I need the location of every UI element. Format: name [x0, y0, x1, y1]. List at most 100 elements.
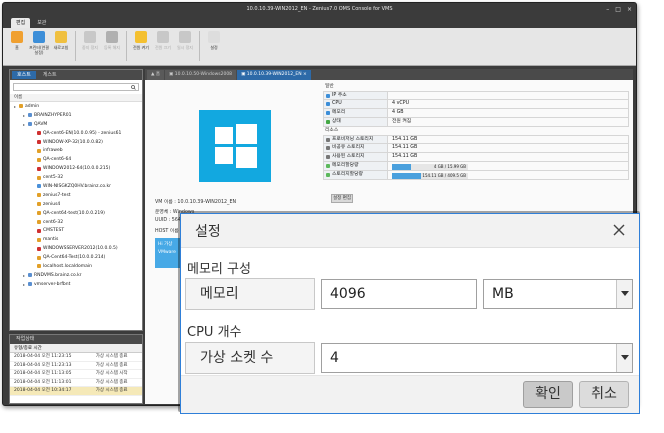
tree-item-label: localhost.localdomain: [43, 263, 92, 269]
memory-unit-select[interactable]: MB: [483, 279, 633, 309]
usage-bar: 4 GB / 15.99 GB: [392, 163, 468, 170]
log-time: 2018-04-04 오전 10:34:17: [14, 388, 72, 394]
ribbon-button-5[interactable]: 전원 켜기: [131, 31, 151, 61]
windows-logo-icon: [199, 110, 271, 182]
tree-item[interactable]: QA-cent6-EN(10.0.0.95) - zenius61: [10, 129, 142, 138]
tree-item[interactable]: zenius7-test: [10, 191, 142, 200]
tree-item[interactable]: ▸ QAVM: [10, 120, 142, 129]
chevron-down-icon[interactable]: [616, 280, 632, 308]
vm-icon: [37, 157, 41, 162]
log-row[interactable]: 2018-04-04 오전 11:13:01 가상 시스템 종료: [10, 379, 142, 388]
tab-home[interactable]: ▲ 홈: [147, 70, 165, 80]
maximize-button[interactable]: □: [615, 3, 621, 16]
tree-item-label: WINDOWSSERVER2012(10.0.0.5): [43, 246, 118, 252]
tree-item[interactable]: localhost.localdomain: [10, 262, 142, 271]
log-row[interactable]: 2018-04-04 오전 11:23:13 가상 시스템 종료: [10, 362, 142, 371]
log-rows: 2018-04-04 오전 11:23:15 가상 시스템 종료 2018-04-0…: [10, 353, 142, 396]
resource-key: 사용된 스토리지: [324, 153, 388, 161]
tree-item[interactable]: CMSTEST: [10, 226, 142, 235]
task-log-panel: 작업상태 유형/종료 시간 2018-04-04 오전 11:23:15 가상 시…: [9, 334, 143, 404]
tree-item[interactable]: QA-Cent64-Test(10.0.0.214): [10, 253, 142, 262]
tree-item[interactable]: cent5-32: [10, 173, 142, 182]
tree-item[interactable]: ▸ vmserver-brfbnt: [10, 280, 142, 289]
tree-item[interactable]: WIN-NISGKZQ0HV.brainz.co.kr: [10, 182, 142, 191]
tree-item-label: WINDOW-XP-32(10.0.0.82): [43, 139, 103, 145]
search-icon[interactable]: [131, 84, 136, 90]
info-value: 4 GB: [392, 110, 404, 115]
info-key-label: CPU: [332, 101, 342, 106]
tab-host[interactable]: 호스트: [12, 71, 36, 79]
log-column-time[interactable]: 유형/종료 시간: [10, 344, 93, 352]
tree-item[interactable]: QA-cent6-64: [10, 155, 142, 164]
vm-icon: [37, 193, 41, 198]
ribbon-button-7[interactable]: 일시 정지: [175, 31, 195, 61]
inventory-tree: ▸ admin ▸ BRAINZHYPER01 ▸ QAVM QA-cent6-EN(10.…: [10, 102, 142, 289]
log-header: 유형/종료 시간: [10, 344, 142, 353]
tree-item-label: WINDOW2012-64(10.0.0.215): [43, 166, 111, 172]
vm-icon: [28, 273, 32, 278]
vm-icon: [37, 131, 41, 136]
info-row: 메모리 4 GB: [323, 109, 629, 118]
info-value: 4 vCPU: [392, 101, 410, 106]
usage-bar-text: 154.11 GB / 409.5 GB: [422, 172, 466, 178]
memory-input[interactable]: 4096: [321, 279, 477, 309]
tree-item[interactable]: infraweb: [10, 146, 142, 155]
ribbon-button-label: 전원 끄기: [155, 45, 171, 50]
document-tabs: ▲ 홈 ▣ 10.0.10.50-Windows2008 ▣ 10.0.10.3…: [145, 69, 633, 80]
ok-button[interactable]: 확인: [523, 381, 573, 408]
vm-icon: [37, 202, 41, 207]
log-task: 가상 시스템 종료: [95, 362, 128, 368]
ribbon-button-4[interactable]: 등록 해지: [102, 31, 122, 61]
tab-vm-windows2008[interactable]: ▣ 10.0.10.50-Windows2008: [165, 70, 237, 80]
power-off-icon: [157, 31, 169, 43]
tree-search-input[interactable]: [13, 83, 139, 91]
socket-count-select[interactable]: 4: [321, 343, 633, 373]
ribbon-toolbar: 홈 프린터(연결 설정) 새로고침 중지 정지 등록 해지 전원 켜기 전원 끄기 일시 정지…: [3, 28, 636, 66]
tree-item-label: cent5-32: [43, 175, 64, 181]
tree-item[interactable]: WINDOW-XP-32(10.0.0.82): [10, 138, 142, 147]
vm-icon: [19, 104, 23, 109]
tree-item[interactable]: QA-cent64-test(10.0.0.219): [10, 209, 142, 218]
ribbon-button-8[interactable]: 설정: [204, 31, 224, 61]
tree-item[interactable]: ▸ BRAINZHYPER01: [10, 111, 142, 120]
tree-item[interactable]: ▸ RNDVMS.brainz.co.kr: [10, 271, 142, 280]
minimize-button[interactable]: –: [606, 3, 609, 16]
ribbon-button-1[interactable]: 프린터(연결 설정): [29, 31, 49, 61]
log-row[interactable]: 2018-04-04 오전 11:23:15 가상 시스템 종료: [10, 353, 142, 362]
stop-icon: [84, 31, 96, 43]
tree-item[interactable]: WINDOW2012-64(10.0.0.215): [10, 164, 142, 173]
info-key: IP 주소: [324, 92, 388, 99]
info-value: [388, 92, 628, 99]
log-column-task[interactable]: [93, 344, 142, 352]
resource-value: 154.11 GB: [392, 136, 418, 142]
tree-item-label: RNDVMS.brainz.co.kr: [34, 272, 82, 278]
chevron-down-icon[interactable]: [616, 344, 632, 372]
close-window-button[interactable]: ×: [627, 3, 632, 16]
log-row[interactable]: 2018-04-04 오전 11:13:05 가상 시스템 시작: [10, 370, 142, 379]
cancel-button[interactable]: 취소: [579, 381, 629, 408]
ribbon-button-0[interactable]: 홈: [7, 31, 27, 61]
tab-guest[interactable]: 게스트: [38, 71, 62, 79]
tab-task-status[interactable]: 작업상태: [10, 335, 142, 344]
vm-icon: [37, 166, 41, 171]
tree-item[interactable]: mantis: [10, 235, 142, 244]
tree-item[interactable]: zenius4: [10, 200, 142, 209]
resource-value: 154.11 GB: [392, 145, 418, 150]
tab-vm-win2012[interactable]: ▣ 10.0.10.39-WIN2012_EN ×: [237, 70, 311, 80]
tree-item[interactable]: cent6-32: [10, 218, 142, 227]
tree-item[interactable]: WINDOWSSERVER2012(10.0.0.5): [10, 244, 142, 253]
ribbon-button-3[interactable]: 중지 정지: [80, 31, 100, 61]
menu-tab-edit[interactable]: 편집: [11, 18, 31, 28]
ribbon-button-2[interactable]: 새로고침: [51, 31, 71, 61]
usage-bar: 154.11 GB / 409.5 GB: [392, 172, 468, 179]
resource-key: 프로비저닝 스토리지: [324, 136, 388, 143]
edit-settings-button[interactable]: 설정 편집: [331, 194, 353, 203]
log-row[interactable]: 2018-04-04 오전 10:34:17 가상 시스템 종료: [10, 387, 142, 396]
vm-icon: [37, 148, 41, 153]
menu-tab-view[interactable]: 보관: [32, 18, 51, 28]
info-key-label: 메모리: [332, 110, 346, 115]
close-icon[interactable]: [611, 222, 627, 238]
tree-item[interactable]: ▸ admin: [10, 102, 142, 111]
ribbon-button-6[interactable]: 전원 끄기: [153, 31, 173, 61]
resource-key: 비공유 스토리지: [324, 144, 388, 152]
